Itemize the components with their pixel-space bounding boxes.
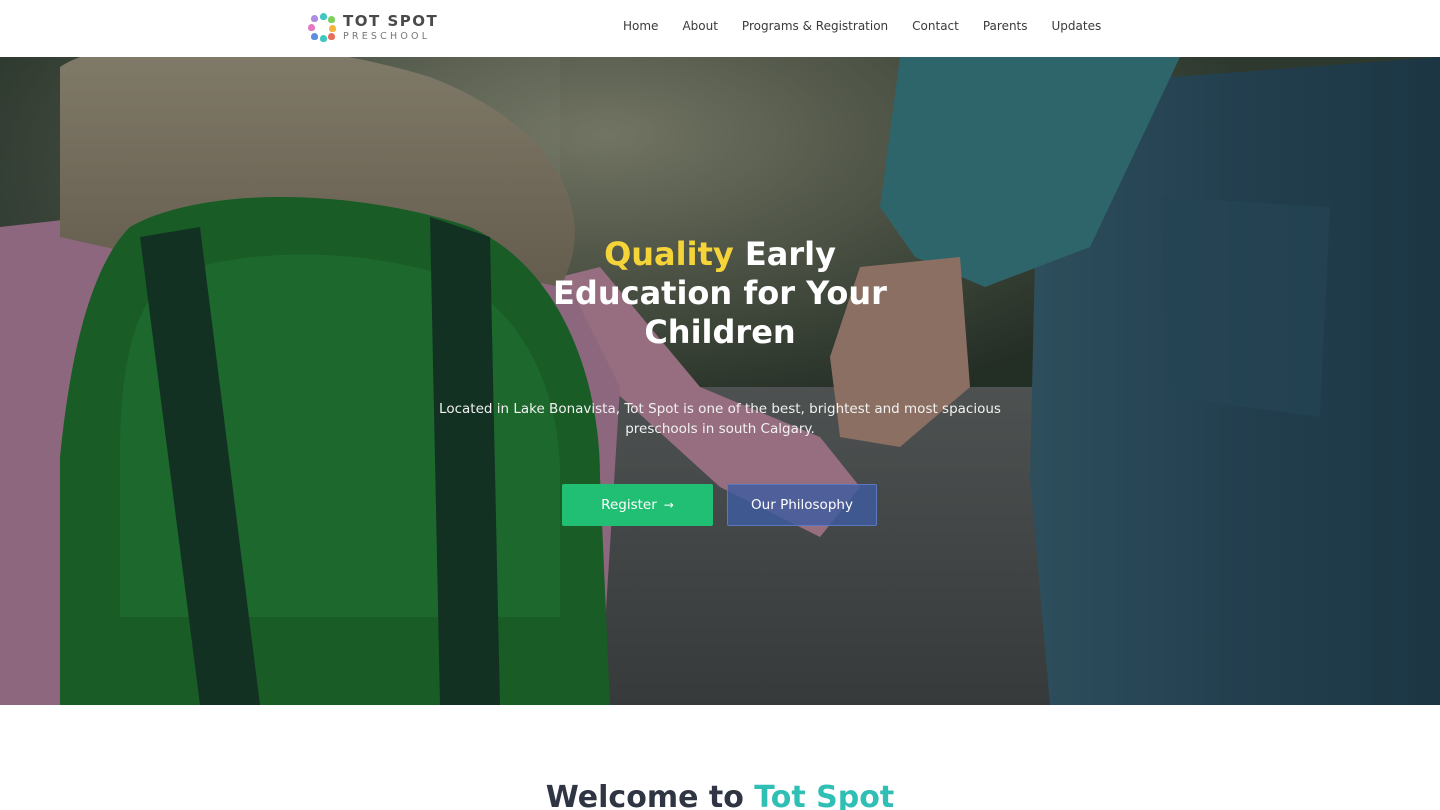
nav-parents[interactable]: Parents (983, 19, 1028, 33)
nav-updates[interactable]: Updates (1052, 19, 1102, 33)
our-philosophy-button[interactable]: Our Philosophy (727, 484, 877, 526)
nav-programs-registration[interactable]: Programs & Registration (742, 19, 888, 33)
hero-description: Located in Lake Bonavista, Tot Spot is o… (439, 401, 1001, 437)
nav-home[interactable]: Home (623, 19, 658, 33)
hero-section: Quality Early Education for Your Childre… (0, 57, 1440, 705)
welcome-section: Welcome to Tot Spot (0, 705, 1440, 810)
logo-text: TOT SPOT PRESCHOOL (343, 14, 438, 42)
nav-about[interactable]: About (682, 19, 717, 33)
main-nav: Home About Programs & Registration Conta… (623, 19, 1101, 33)
welcome-title: Welcome to Tot Spot (0, 780, 1440, 810)
hero-content: Quality Early Education for Your Childre… (0, 57, 1440, 705)
hero-title-highlight: Quality (604, 235, 734, 273)
brand-tagline: PRESCHOOL (343, 31, 431, 43)
register-button-label: Register (601, 497, 657, 513)
welcome-title-accent: Tot Spot (754, 780, 895, 810)
handprints-logo-icon (308, 13, 336, 43)
brand-name: TOT SPOT (343, 12, 439, 31)
hero-title: Quality Early Education for Your Childre… (520, 235, 920, 352)
logo[interactable]: TOT SPOT PRESCHOOL (308, 11, 443, 45)
welcome-title-prefix: Welcome to (545, 780, 755, 810)
register-button[interactable]: Register → (562, 484, 713, 526)
arrow-right-icon: → (663, 498, 674, 512)
nav-contact[interactable]: Contact (912, 19, 959, 33)
site-header: TOT SPOT PRESCHOOL Home About Programs &… (0, 0, 1440, 57)
our-philosophy-button-label: Our Philosophy (751, 497, 853, 513)
